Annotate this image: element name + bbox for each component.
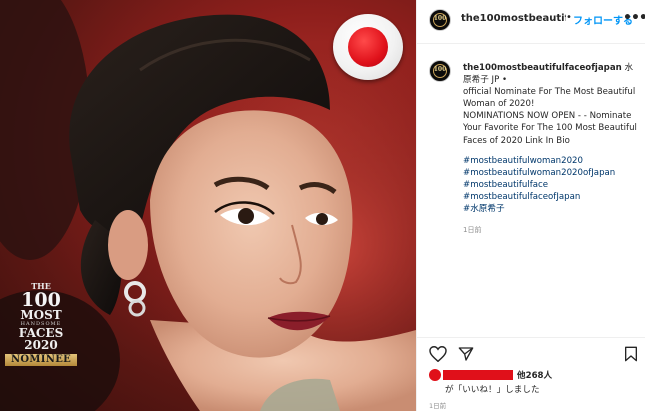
hashtag-link[interactable]: #mostbeautifulwoman2020	[463, 155, 641, 167]
action-bar: 他268人 が「いいね！」しました 1日前	[417, 337, 645, 411]
header-username[interactable]: the100mostbeautifu	[461, 13, 566, 24]
post-photo[interactable]: THE 100 MOST HANDSOME FACES 2020 NOMINEE	[0, 0, 416, 411]
hashtag-list: #mostbeautifulwoman2020 #mostbeautifulwo…	[463, 155, 641, 215]
redacted-liker-name	[443, 370, 513, 380]
caption-body: the100mostbeautifulfaceofjapan 水原希子 JP •…	[463, 62, 641, 236]
avatar-text: 100	[433, 66, 447, 73]
more-options-icon[interactable]: •••	[623, 10, 645, 26]
caption-line-1: official Nominate For The Most Beautiful…	[463, 87, 636, 110]
liked-text: が「いいね！」しました	[445, 385, 540, 395]
caption-avatar[interactable]: 100	[429, 60, 451, 82]
heart-icon[interactable]	[429, 346, 447, 362]
post-header: 100 the100mostbeautifu • フォローする •••	[417, 0, 645, 44]
hashtag-link[interactable]: #mostbeautifulfaceofJapan	[463, 191, 641, 203]
caption-section: 100 the100mostbeautifulfaceofjapan 水原希子 …	[417, 44, 645, 337]
hashtag-link[interactable]: #mostbeautifulface	[463, 179, 641, 191]
share-icon[interactable]	[458, 346, 474, 362]
bookmark-icon[interactable]	[624, 346, 638, 362]
nominee-badge: THE 100 MOST HANDSOME FACES 2020 NOMINEE	[2, 282, 80, 366]
avatar-text: 100	[433, 15, 447, 22]
likes-count[interactable]: 他268人	[517, 369, 552, 381]
badge-year: 2020	[24, 338, 58, 352]
caption-time: 1日前	[463, 226, 482, 235]
badge-number: 100	[21, 289, 61, 311]
badge-nominee: NOMINEE	[5, 354, 77, 366]
caption-author[interactable]: the100mostbeautifulfaceofjapan	[463, 63, 622, 73]
japan-flag-icon	[333, 14, 403, 80]
liker-avatar[interactable]	[429, 369, 441, 381]
caption-line-2: NOMINATIONS NOW OPEN - - Nominate Your F…	[463, 111, 637, 146]
author-avatar[interactable]: 100	[429, 9, 451, 31]
post-sidebar: 100 the100mostbeautifu • フォローする ••• 100 …	[416, 0, 645, 411]
hashtag-link[interactable]: #水原希子	[463, 203, 641, 215]
header-separator: •	[566, 12, 572, 23]
flag-sun	[348, 27, 388, 67]
likes-summary: 他268人 が「いいね！」しました	[429, 369, 641, 399]
caption-author-tail: JP •	[491, 75, 508, 86]
post-timestamp: 1日前	[429, 402, 447, 410]
hashtag-link[interactable]: #mostbeautifulwoman2020ofJapan	[463, 167, 641, 179]
badge-most: MOST	[20, 308, 62, 322]
